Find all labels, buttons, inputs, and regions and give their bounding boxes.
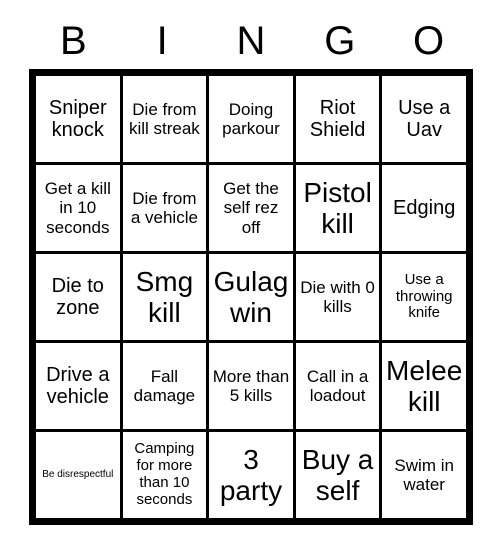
- bingo-cell[interactable]: Camping for more than 10 seconds: [119, 429, 210, 521]
- bingo-cell[interactable]: Buy a self: [292, 429, 383, 521]
- bingo-cell[interactable]: Get the self rez off: [206, 162, 296, 254]
- bingo-cell[interactable]: Use a Uav: [379, 73, 469, 165]
- header-letter-b: B: [60, 19, 87, 63]
- bingo-row: Drive a vehicle Fall damage More than 5 ki…: [33, 340, 469, 432]
- bingo-cell[interactable]: Smg kill: [119, 251, 210, 343]
- bingo-cell[interactable]: Die from a vehicle: [119, 162, 210, 254]
- bingo-cell[interactable]: More than 5 kills: [206, 340, 296, 432]
- bingo-cell[interactable]: Die from kill streak: [119, 73, 210, 165]
- bingo-card: B I N G O Sniper knock Die from kill stre…: [0, 0, 502, 544]
- bingo-row: Get a kill in 10 seconds Die from a vehic…: [33, 162, 469, 254]
- bingo-cell[interactable]: Get a kill in 10 seconds: [33, 162, 123, 254]
- bingo-header-row: B I N G O: [29, 0, 473, 66]
- bingo-cell[interactable]: Be disrespectful: [33, 429, 123, 521]
- bingo-row: Be disrespectful Camping for more than 10…: [33, 429, 469, 521]
- bingo-cell[interactable]: Fall damage: [119, 340, 210, 432]
- bingo-cell[interactable]: Edging: [379, 162, 469, 254]
- header-letter-g: G: [324, 19, 356, 63]
- bingo-row: Sniper knock Die from kill streak Doing pa…: [33, 73, 469, 165]
- bingo-grid-table: Sniper knock Die from kill streak Doing pa…: [33, 73, 469, 521]
- header-letter-n: N: [236, 19, 266, 63]
- bingo-cell[interactable]: Die to zone: [33, 251, 123, 343]
- bingo-cell[interactable]: Swim in water: [379, 429, 469, 521]
- bingo-grid: Sniper knock Die from kill streak Doing pa…: [29, 69, 473, 525]
- bingo-cell[interactable]: Drive a vehicle: [33, 340, 123, 432]
- bingo-cell[interactable]: Gulag win: [206, 251, 296, 343]
- bingo-cell[interactable]: 3 party: [206, 429, 296, 521]
- bingo-row: Die to zone Smg kill Gulag win Die with 0 k…: [33, 251, 469, 343]
- header-letter-i: I: [156, 19, 168, 63]
- bingo-cell[interactable]: Doing parkour: [206, 73, 296, 165]
- bingo-grid-body: Sniper knock Die from kill streak Doing pa…: [33, 73, 469, 521]
- bingo-cell[interactable]: Die with 0 kills: [292, 251, 383, 343]
- bingo-cell[interactable]: Sniper knock: [33, 73, 123, 165]
- bingo-cell[interactable]: Pistol kill: [292, 162, 383, 254]
- bingo-cell[interactable]: Riot Shield: [292, 73, 383, 165]
- bingo-cell[interactable]: Melee kill: [379, 340, 469, 432]
- bingo-cell[interactable]: Use a throwing knife: [379, 251, 469, 343]
- header-letter-o: O: [413, 19, 445, 63]
- bingo-cell[interactable]: Call in a loadout: [292, 340, 383, 432]
